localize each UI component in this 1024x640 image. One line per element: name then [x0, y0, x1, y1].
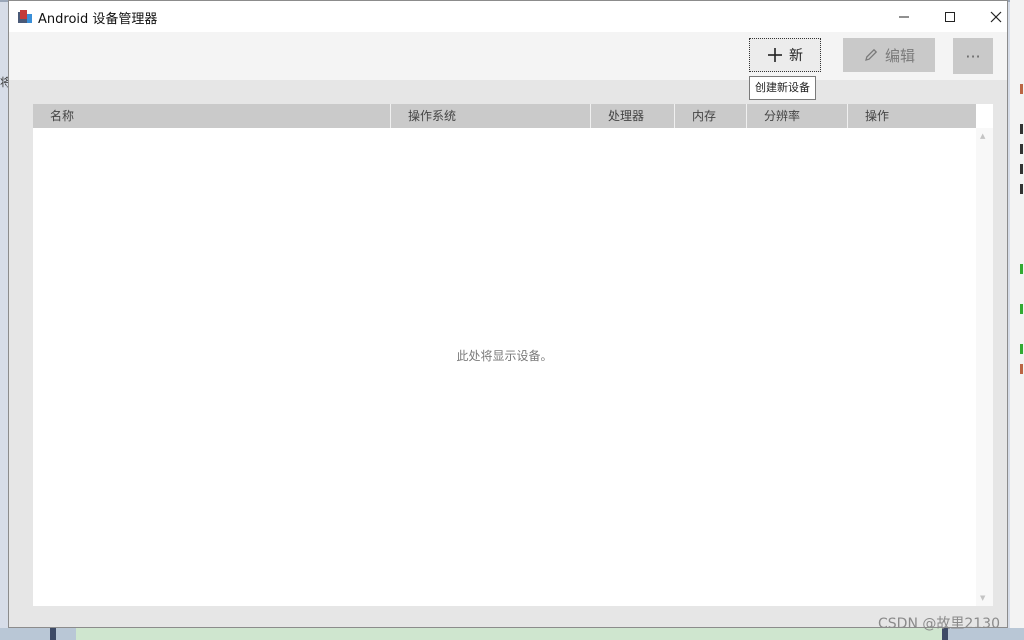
column-header-processor[interactable]: 处理器 [591, 104, 675, 128]
new-device-tooltip: 创建新设备 [749, 76, 816, 100]
vertical-scrollbar[interactable]: ▲ ▼ [976, 128, 993, 606]
device-table: 名称 操作系统 处理器 内存 分辨率 操作 此处将显示设备。 ▲ ▼ [33, 104, 993, 606]
background-mark [1020, 184, 1023, 194]
column-header-name[interactable]: 名称 [33, 104, 391, 128]
background-window-bottom [0, 628, 1024, 640]
maximize-icon [945, 12, 955, 22]
scroll-down-icon[interactable]: ▼ [980, 594, 985, 602]
window-title: Android 设备管理器 [38, 12, 158, 27]
column-header-resolution[interactable]: 分辨率 [747, 104, 848, 128]
background-panel [76, 628, 942, 640]
app-icon [18, 10, 32, 23]
more-icon: ··· [965, 46, 981, 66]
device-manager-window: Android 设备管理器 新 编辑 ··· 创建新设备 名称 操作系统 处理器… [8, 0, 1008, 628]
edit-device-button[interactable]: 编辑 [843, 38, 935, 72]
background-mark [1020, 124, 1023, 134]
minimize-button[interactable] [881, 1, 927, 32]
edit-device-label: 编辑 [884, 46, 915, 65]
toolbar: 新 编辑 ··· [9, 32, 1007, 80]
maximize-button[interactable] [927, 1, 973, 32]
more-options-button[interactable]: ··· [953, 38, 993, 74]
new-device-label: 新 [789, 48, 803, 64]
column-header-memory[interactable]: 内存 [675, 104, 747, 128]
plus-icon [768, 48, 782, 62]
background-window-right [1010, 0, 1024, 640]
table-header: 名称 操作系统 处理器 内存 分辨率 操作 [33, 104, 976, 128]
close-button[interactable] [973, 1, 1019, 32]
background-bar [50, 628, 56, 640]
title-bar[interactable]: Android 设备管理器 [9, 1, 1007, 32]
content-area: 名称 操作系统 处理器 内存 分辨率 操作 此处将显示设备。 ▲ ▼ [9, 80, 1007, 627]
pencil-icon [865, 48, 878, 61]
background-mark [1020, 304, 1023, 314]
minimize-icon [899, 16, 909, 18]
column-header-actions[interactable]: 操作 [848, 104, 976, 128]
column-header-os[interactable]: 操作系统 [391, 104, 591, 128]
background-mark [1020, 344, 1023, 354]
background-mark [1020, 264, 1023, 274]
background-mark [1020, 144, 1023, 154]
watermark-text: CSDN @故里2130 [878, 616, 1000, 632]
scroll-up-icon[interactable]: ▲ [980, 132, 985, 140]
background-mark [1020, 364, 1023, 374]
background-mark [1020, 84, 1023, 94]
new-device-button[interactable]: 新 [749, 38, 821, 72]
close-icon [990, 11, 1002, 23]
empty-table-message: 此处将显示设备。 [456, 349, 553, 363]
background-mark [1020, 164, 1023, 174]
